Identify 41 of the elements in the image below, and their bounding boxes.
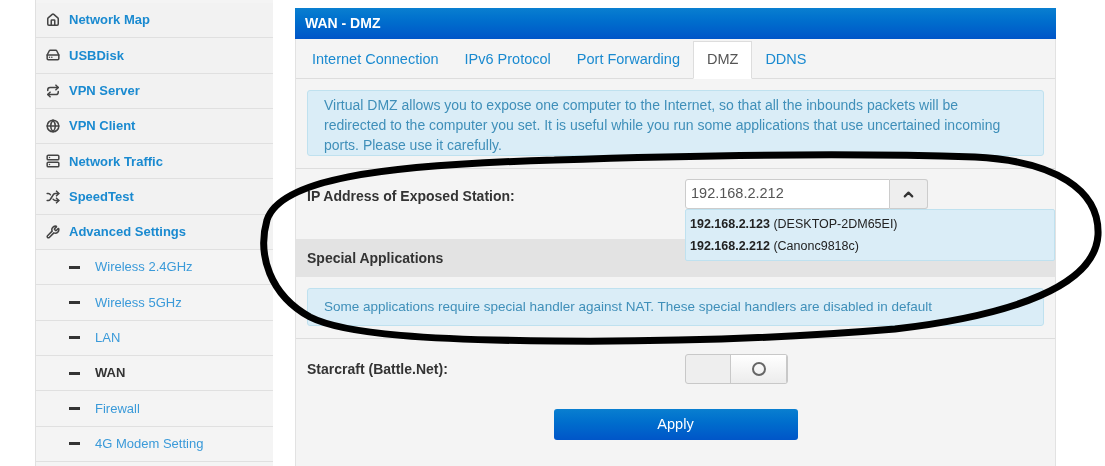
sidebar-subitem[interactable]: WAN xyxy=(95,363,126,383)
info-message: Virtual DMZ allows you to expose one computer to the Internet, so that all the inbounds packets will be redirected to the computer you set. It is useful while you run some applications that use uncertained incoming ports. Please use it carefully. xyxy=(307,90,1044,156)
dash-icon xyxy=(69,371,80,375)
home-icon xyxy=(46,13,60,28)
sidebar-subitem[interactable]: Wireless 5GHz xyxy=(95,292,182,313)
field-label: IP Address of Exposed Station: xyxy=(307,187,516,206)
sidebar-item[interactable]: USBDisk xyxy=(69,45,124,66)
field-label: Starcraft (Battle.Net): xyxy=(307,359,449,379)
info-message: Some applications require special handler against NAT. These special handlers are disabled in default xyxy=(307,288,1044,326)
globe-icon xyxy=(46,119,60,134)
wrench-icon xyxy=(46,224,60,239)
tab[interactable]: DDNS xyxy=(752,41,820,79)
tab[interactable]: DMZ xyxy=(692,41,753,79)
dash-icon xyxy=(69,406,80,410)
sidebar-subitem[interactable]: LAN xyxy=(95,328,121,348)
toggle-switch[interactable] xyxy=(685,354,788,384)
dash-icon xyxy=(69,442,80,446)
sidebar-item[interactable]: Network Traffic xyxy=(69,151,163,172)
dash-icon xyxy=(69,265,80,269)
dash-icon xyxy=(69,336,80,340)
server-icon xyxy=(46,154,60,169)
dash-icon xyxy=(69,301,80,304)
collapse-button[interactable] xyxy=(890,179,928,209)
shuffle-icon xyxy=(46,189,60,204)
ip-address-field[interactable]: 192.168.2.212 xyxy=(685,179,890,209)
suggestion-item[interactable]: 192.168.2.123 (DESKTOP-2DM65EI) xyxy=(690,217,898,231)
sidebar-item[interactable]: Advanced Settings xyxy=(69,222,187,242)
sidebar-item[interactable]: VPN Server xyxy=(69,81,140,101)
tab[interactable]: IPv6 Protocol xyxy=(451,41,564,79)
sidebar-subitem[interactable]: 4G Modem Setting xyxy=(95,433,204,454)
tab[interactable]: Internet Connection xyxy=(299,41,452,79)
suggestion-item[interactable]: 192.168.2.212 (Canonc9818c) xyxy=(690,239,859,253)
sidebar-subitem[interactable]: Firewall xyxy=(95,398,140,419)
tab[interactable]: Port Forwarding xyxy=(563,41,693,79)
sidebar-item[interactable]: SpeedTest xyxy=(69,186,134,207)
panel-header: WAN - DMZ xyxy=(295,8,1056,39)
sidebar-subitem[interactable]: Wireless 2.4GHz xyxy=(95,257,193,277)
sidebar-item[interactable]: VPN Client xyxy=(69,116,136,136)
apply-button[interactable]: Apply xyxy=(553,409,798,440)
arrows-icon xyxy=(46,83,60,98)
sidebar-item[interactable]: Network Map xyxy=(69,10,150,30)
